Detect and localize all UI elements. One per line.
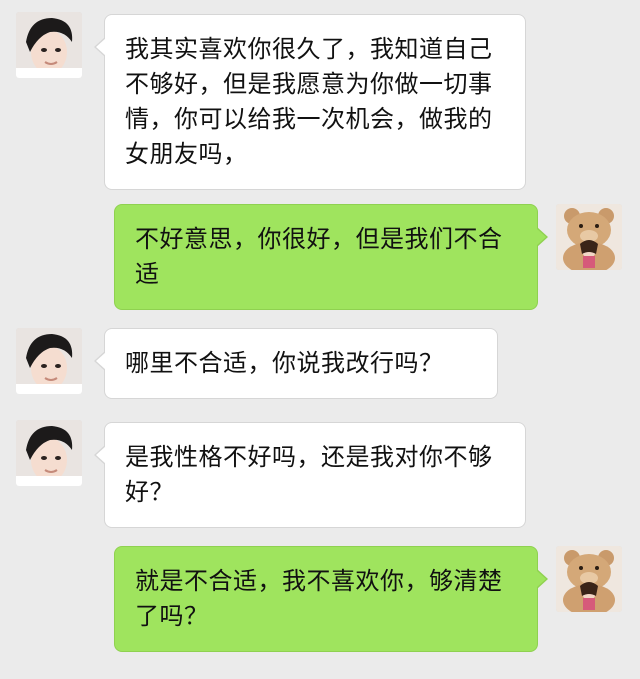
chat-message-list[interactable]: 我其实喜欢你很久了，我知道自己不够好，但是我愿意为你做一切事情，你可以给我一次机… xyxy=(0,0,640,679)
girl-with-teddy-bear-avatar[interactable] xyxy=(556,546,622,612)
teddy-bear-avatar-icon xyxy=(556,204,622,270)
outgoing-message-bubble[interactable]: 就是不合适，我不喜欢你，够清楚了吗？ xyxy=(114,546,548,652)
girl-with-teddy-bear-avatar[interactable] xyxy=(556,204,622,270)
boy-avatar-icon xyxy=(16,328,82,394)
incoming-message-bubble[interactable]: 我其实喜欢你很久了，我知道自己不够好，但是我愿意为你做一切事情，你可以给我一次机… xyxy=(94,14,526,190)
incoming-message-bubble[interactable]: 哪里不合适，你说我改行吗？ xyxy=(94,328,498,399)
boy-avatar-icon xyxy=(16,420,82,486)
boy-avatar-icon xyxy=(16,12,82,78)
message-text: 不好意思，你很好，但是我们不合适 xyxy=(135,225,503,288)
boy-avatar[interactable] xyxy=(16,328,82,394)
teddy-bear-avatar-icon xyxy=(556,546,622,612)
message-text: 哪里不合适，你说我改行吗？ xyxy=(125,349,444,377)
boy-avatar[interactable] xyxy=(16,12,82,78)
boy-avatar[interactable] xyxy=(16,420,82,486)
message-text: 我其实喜欢你很久了，我知道自己不够好，但是我愿意为你做一切事情，你可以给我一次机… xyxy=(125,35,493,168)
message-text: 就是不合适，我不喜欢你，够清楚了吗？ xyxy=(135,567,503,630)
outgoing-message-bubble[interactable]: 不好意思，你很好，但是我们不合适 xyxy=(114,204,548,310)
incoming-message-bubble[interactable]: 是我性格不好吗，还是我对你不够好？ xyxy=(94,422,526,528)
message-text: 是我性格不好吗，还是我对你不够好？ xyxy=(125,443,493,506)
